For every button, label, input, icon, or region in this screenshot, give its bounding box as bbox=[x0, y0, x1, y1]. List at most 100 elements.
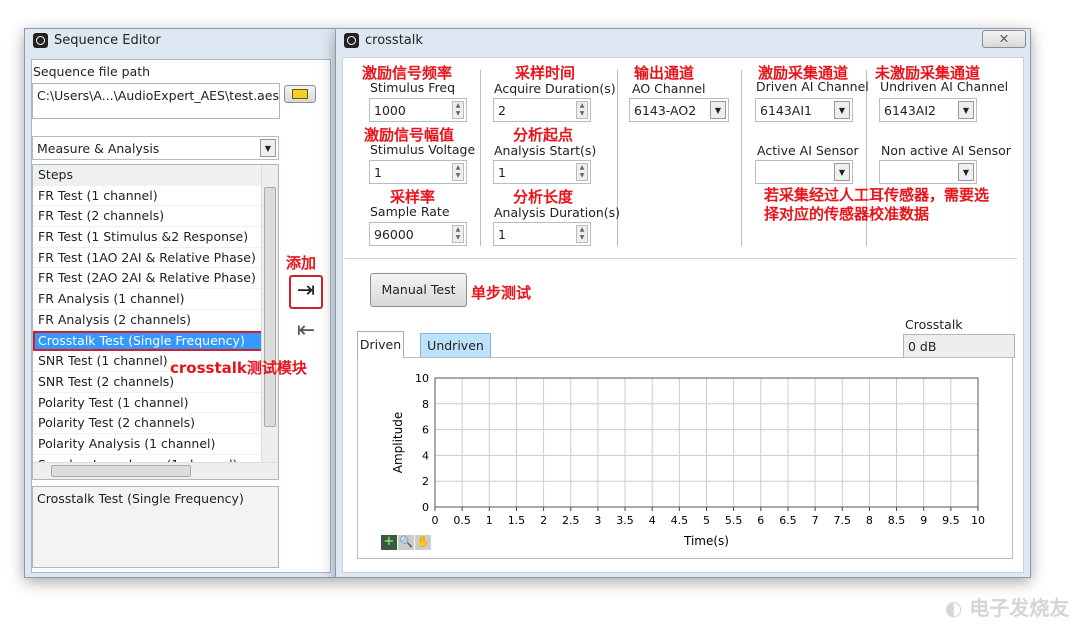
nonactive-sensor-label: Non active AI Sensor bbox=[881, 143, 1011, 158]
spinner-icon[interactable]: ▲ ▼ bbox=[576, 225, 588, 243]
spinner-icon[interactable]: ▲ ▼ bbox=[576, 163, 588, 181]
x-tick-label: 6.5 bbox=[779, 514, 797, 527]
ao-channel-dropdown[interactable]: 6143-AO2 ▼ bbox=[629, 98, 729, 122]
zoom-tool-icon[interactable]: 🔍 bbox=[398, 535, 414, 550]
crosstalk-value: 0 dB bbox=[903, 334, 1015, 358]
acquire-duration-label: Acquire Duration(s) bbox=[494, 81, 616, 96]
driven-ai-dropdown[interactable]: 6143AI1 ▼ bbox=[755, 98, 853, 122]
browse-folder-button[interactable] bbox=[284, 85, 316, 103]
divider bbox=[741, 70, 742, 246]
y-tick-label: 8 bbox=[422, 398, 429, 411]
x-tick-label: 2.5 bbox=[562, 514, 580, 527]
crosstalk-label: Crosstalk bbox=[905, 317, 963, 332]
active-sensor-label: Active AI Sensor bbox=[757, 143, 859, 158]
app-logo-icon bbox=[344, 33, 359, 48]
step-item[interactable]: FR Test (2AO 2AI & Relative Phase) bbox=[33, 268, 278, 290]
x-tick-label: 8.5 bbox=[888, 514, 906, 527]
value: 1 bbox=[498, 227, 506, 242]
x-tick-label: 4 bbox=[649, 514, 656, 527]
category-value: Measure & Analysis bbox=[37, 141, 160, 156]
horizontal-scrollbar[interactable] bbox=[33, 462, 278, 479]
tab-undriven[interactable]: Undriven bbox=[420, 333, 491, 357]
analysis-start-input[interactable]: 1 ▲ ▼ bbox=[493, 160, 591, 184]
add-step-button[interactable]: ⇥ bbox=[289, 275, 323, 309]
value: 1 bbox=[374, 165, 382, 180]
x-tick-label: 5 bbox=[703, 514, 710, 527]
arrow-out-icon: ⇤ bbox=[296, 318, 316, 343]
y-tick-label: 6 bbox=[422, 424, 429, 437]
annotation: 单步测试 bbox=[471, 284, 532, 302]
x-tick-label: 0.5 bbox=[453, 514, 471, 527]
chevron-down-icon: ▼ bbox=[710, 101, 726, 119]
acquire-duration-input[interactable]: 2 ▲ ▼ bbox=[493, 98, 591, 122]
x-tick-label: 8 bbox=[866, 514, 873, 527]
step-item[interactable]: FR Test (1 channel) bbox=[33, 186, 278, 207]
step-item[interactable]: FR Test (1 Stimulus &2 Response) bbox=[33, 227, 278, 248]
annotation-module: crosstalk测试模块 bbox=[170, 359, 307, 377]
step-item[interactable]: FR Test (1AO 2AI & Relative Phase) bbox=[33, 248, 278, 269]
analysis-duration-input[interactable]: 1 ▲ ▼ bbox=[493, 222, 591, 246]
step-item[interactable]: Polarity Test (1 channel) bbox=[33, 393, 278, 414]
category-dropdown[interactable]: Measure & Analysis ▼ bbox=[32, 136, 279, 160]
ao-channel-label: AO Channel bbox=[632, 81, 706, 96]
x-tick-label: 9.5 bbox=[942, 514, 960, 527]
stimulus-freq-input[interactable]: 1000 ▲ ▼ bbox=[369, 98, 467, 122]
tab-driven[interactable]: Driven bbox=[357, 331, 404, 358]
sample-rate-input[interactable]: 96000 ▲ ▼ bbox=[369, 222, 467, 246]
title-bar: Sequence Editor bbox=[33, 33, 161, 48]
vertical-scrollbar[interactable] bbox=[261, 165, 278, 463]
remove-step-button[interactable]: ⇤ bbox=[292, 318, 320, 346]
spinner-icon[interactable]: ▲ ▼ bbox=[452, 101, 464, 119]
y-tick-label: 0 bbox=[422, 501, 429, 514]
x-tick-label: 3 bbox=[594, 514, 601, 527]
manual-test-button[interactable]: Manual Test bbox=[370, 273, 467, 307]
value: 1000 bbox=[374, 103, 406, 118]
x-tick-label: 10 bbox=[971, 514, 985, 527]
annotation: 分析长度 bbox=[513, 188, 574, 206]
spinner-icon[interactable]: ▲ ▼ bbox=[452, 225, 464, 243]
steps-list: Steps FR Test (1 channel) FR Test (2 chan… bbox=[32, 164, 279, 480]
window-title: crosstalk bbox=[365, 33, 423, 48]
analysis-duration-label: Analysis Duration(s) bbox=[494, 205, 621, 220]
y-tick-label: 2 bbox=[422, 475, 429, 488]
steps-header: Steps bbox=[33, 165, 278, 186]
step-item[interactable]: Polarity Test (2 channels) bbox=[33, 413, 278, 434]
chevron-down-icon: ▼ bbox=[958, 101, 974, 119]
step-item[interactable]: Crosstalk Test (Single Frequency) bbox=[33, 330, 278, 352]
spinner-icon[interactable]: ▲ ▼ bbox=[576, 101, 588, 119]
stimulus-voltage-input[interactable]: 1 ▲ ▼ bbox=[369, 160, 467, 184]
active-sensor-dropdown[interactable]: ▼ bbox=[755, 160, 853, 184]
scroll-thumb[interactable] bbox=[264, 187, 276, 427]
undriven-ai-label: Undriven AI Channel bbox=[880, 79, 1009, 94]
divider bbox=[345, 258, 1017, 259]
sample-rate-label: Sample Rate bbox=[370, 204, 450, 219]
value: 6143AI1 bbox=[760, 103, 813, 118]
undriven-ai-dropdown[interactable]: 6143AI2 ▼ bbox=[879, 98, 977, 122]
step-item[interactable]: FR Analysis (1 channel) bbox=[33, 289, 278, 310]
spinner-icon[interactable]: ▲ ▼ bbox=[452, 163, 464, 181]
x-tick-label: 1.5 bbox=[508, 514, 526, 527]
arrow-in-icon: ⇥ bbox=[296, 278, 316, 303]
title-bar: crosstalk bbox=[344, 33, 423, 48]
x-tick-label: 3.5 bbox=[616, 514, 634, 527]
cursor-tool-icon[interactable]: + bbox=[381, 535, 397, 550]
stimulus-voltage-label: Stimulus Voltage bbox=[370, 142, 476, 157]
folder-icon bbox=[292, 89, 308, 99]
pan-tool-icon[interactable]: ✋ bbox=[415, 535, 431, 550]
close-button[interactable]: ✕ bbox=[982, 30, 1026, 48]
chevron-down-icon: ▼ bbox=[958, 163, 974, 181]
graph-tools: + 🔍 ✋ bbox=[381, 535, 431, 550]
annotation: 若采集经过人工耳传感器，需要选择对应的传感器校准数据 bbox=[764, 186, 990, 223]
x-axis-label: Time(s) bbox=[683, 534, 729, 548]
nonactive-sensor-dropdown[interactable]: ▼ bbox=[879, 160, 977, 184]
app-logo-icon bbox=[33, 33, 48, 48]
x-tick-label: 9 bbox=[920, 514, 927, 527]
path-input[interactable]: C:\Users\A...\AudioExpert_AES\test.aes bbox=[32, 83, 280, 119]
x-tick-label: 4.5 bbox=[671, 514, 689, 527]
chevron-down-icon: ▼ bbox=[834, 163, 850, 181]
step-item[interactable]: FR Test (2 channels) bbox=[33, 206, 278, 228]
path-label: Sequence file path bbox=[33, 64, 151, 79]
step-item[interactable]: FR Analysis (2 channels) bbox=[33, 310, 278, 331]
step-item[interactable]: Polarity Analysis (1 channel) bbox=[33, 434, 278, 455]
h-scroll-thumb[interactable] bbox=[51, 465, 191, 477]
